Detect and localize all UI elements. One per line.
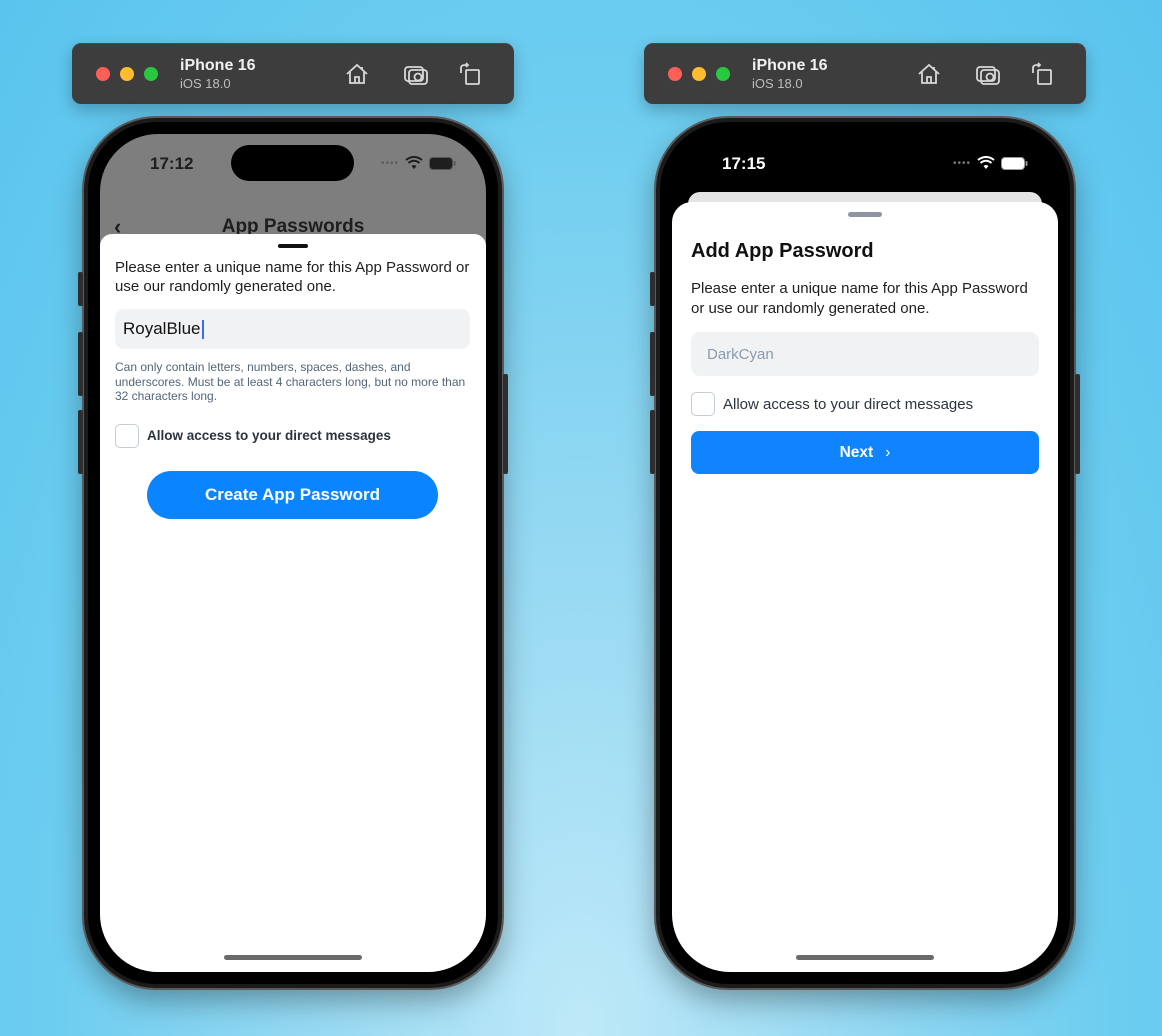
battery-icon	[429, 156, 456, 170]
sheet-description: Please enter a unique name for this App …	[115, 259, 470, 295]
simulator-toolbar: iPhone 16 iOS 18.0	[644, 43, 1086, 104]
screenshot-icon[interactable]	[403, 61, 429, 87]
status-time: 17:15	[722, 154, 766, 173]
add-app-password-sheet: Add App Password Please enter a unique n…	[672, 202, 1058, 972]
device-os: iOS 18.0	[752, 76, 803, 91]
battery-icon	[1001, 156, 1028, 170]
dynamic-island	[231, 145, 354, 181]
device-name: iPhone 16	[180, 57, 256, 74]
cellular-signal-icon: ••••	[952, 157, 971, 169]
create-app-password-button[interactable]: Create App Password	[147, 471, 438, 519]
device-name: iPhone 16	[752, 57, 828, 74]
app-password-name-input[interactable]	[691, 332, 1039, 376]
device-os: iOS 18.0	[180, 76, 231, 91]
minimize-window-button[interactable]	[120, 67, 134, 81]
home-icon[interactable]	[344, 61, 370, 87]
wifi-icon	[977, 156, 995, 170]
phone-screen: 17:15 •••• Add App Password Please enter…	[672, 134, 1058, 972]
minimize-window-button[interactable]	[692, 67, 706, 81]
wifi-icon	[405, 156, 423, 170]
dm-access-checkbox[interactable]	[115, 424, 139, 448]
input-value: RoyalBlue	[123, 319, 201, 338]
chevron-right-icon: ›	[885, 444, 891, 461]
simulator-left: iPhone 16 iOS 18.0 17:12 •••• ‹ App Pass…	[72, 0, 514, 1036]
window-controls	[96, 67, 158, 81]
app-password-name-input[interactable]: RoyalBlue	[115, 309, 470, 349]
rotate-icon[interactable]	[457, 61, 483, 87]
close-window-button[interactable]	[668, 67, 682, 81]
input-hint: Can only contain letters, numbers, space…	[115, 360, 466, 403]
dm-access-label[interactable]: Allow access to your direct messages	[723, 396, 973, 413]
dm-access-checkbox[interactable]	[691, 392, 715, 416]
status-bar: 17:15 ••••	[672, 134, 1058, 194]
cellular-signal-icon: ••••	[380, 157, 399, 169]
sheet-title: Add App Password	[691, 240, 874, 262]
sheet-grabber[interactable]	[278, 244, 308, 248]
close-window-button[interactable]	[96, 67, 110, 81]
sheet-grabber[interactable]	[848, 212, 882, 217]
home-indicator[interactable]	[224, 955, 362, 960]
home-icon[interactable]	[916, 61, 942, 87]
next-button-label: Next	[839, 444, 874, 461]
dm-access-label[interactable]: Allow access to your direct messages	[147, 428, 391, 443]
sheet-description: Please enter a unique name for this App …	[691, 280, 1028, 317]
screenshot-icon[interactable]	[975, 61, 1001, 87]
phone-frame: 17:15 •••• Add App Password Please enter…	[650, 118, 1080, 988]
status-time: 17:12	[150, 154, 194, 173]
status-bar: 17:12 ••••	[100, 134, 486, 194]
text-caret	[201, 319, 204, 339]
home-indicator[interactable]	[796, 955, 934, 960]
next-button[interactable]: Next ›	[691, 431, 1039, 474]
rotate-icon[interactable]	[1029, 61, 1055, 87]
simulator-toolbar: iPhone 16 iOS 18.0	[72, 43, 514, 104]
window-controls	[668, 67, 730, 81]
zoom-window-button[interactable]	[716, 67, 730, 81]
phone-frame: 17:12 •••• ‹ App Passwords Please enter …	[78, 118, 508, 988]
add-app-password-sheet: Please enter a unique name for this App …	[100, 234, 486, 972]
simulator-right: iPhone 16 iOS 18.0 17:15 •••• Add App Pa…	[644, 0, 1086, 1036]
phone-screen: 17:12 •••• ‹ App Passwords Please enter …	[100, 134, 486, 972]
zoom-window-button[interactable]	[144, 67, 158, 81]
